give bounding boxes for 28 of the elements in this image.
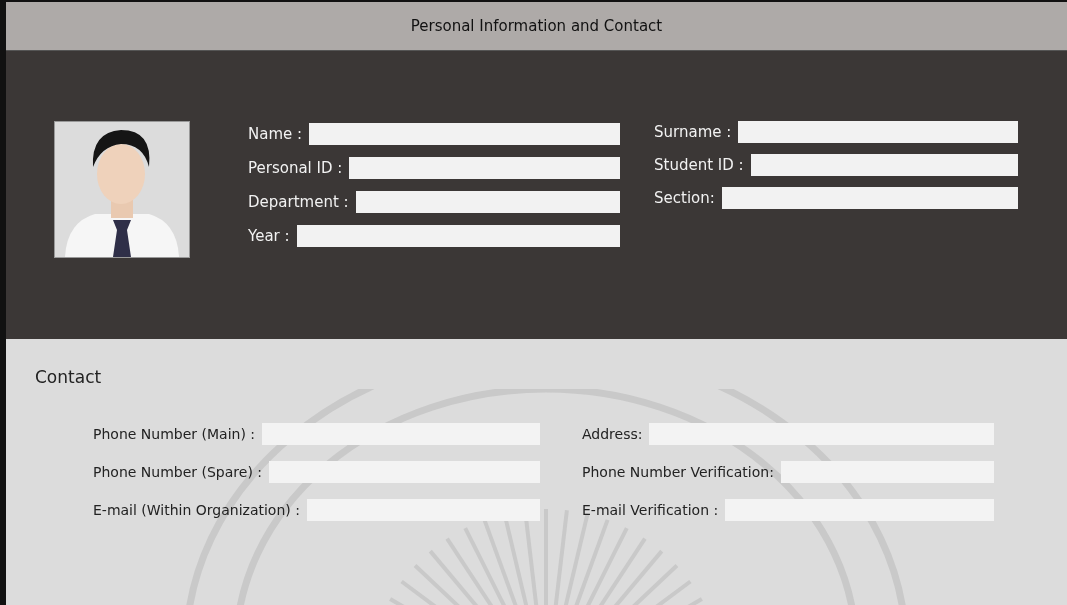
input-field[interactable] (780, 461, 994, 483)
field-label: Phone Number (Spare) : (93, 464, 262, 480)
input-field[interactable] (721, 187, 1018, 209)
field-label: Student ID : (654, 156, 744, 174)
input-field[interactable] (306, 499, 540, 521)
field-label: Department : (248, 193, 349, 211)
field-label: Year : (248, 227, 290, 245)
input-field[interactable] (309, 123, 620, 145)
input-field[interactable] (262, 423, 540, 445)
field-label: Surname : (654, 123, 732, 141)
field-label: Personal ID : (248, 159, 343, 177)
field-label: Section: (654, 189, 715, 207)
section-heading: Contact (35, 367, 102, 387)
field-label: Phone Number (Main) : (93, 426, 256, 442)
window-title: Personal Information and Contact (410, 17, 663, 35)
input-field[interactable] (738, 121, 1018, 143)
input-field[interactable] (296, 225, 620, 247)
input-field[interactable] (349, 157, 620, 179)
field-label: Address: (582, 426, 643, 442)
input-field[interactable] (725, 499, 994, 521)
field-label: E-mail Verification : (582, 502, 719, 518)
input-field[interactable] (750, 154, 1018, 176)
input-field[interactable] (355, 191, 620, 213)
input-field[interactable] (649, 423, 994, 445)
field-label: E-mail (Within Organization) : (93, 502, 300, 518)
field-label: Phone Number Verification: (582, 464, 774, 480)
field-label: Name : (248, 125, 303, 143)
input-field[interactable] (269, 461, 540, 483)
